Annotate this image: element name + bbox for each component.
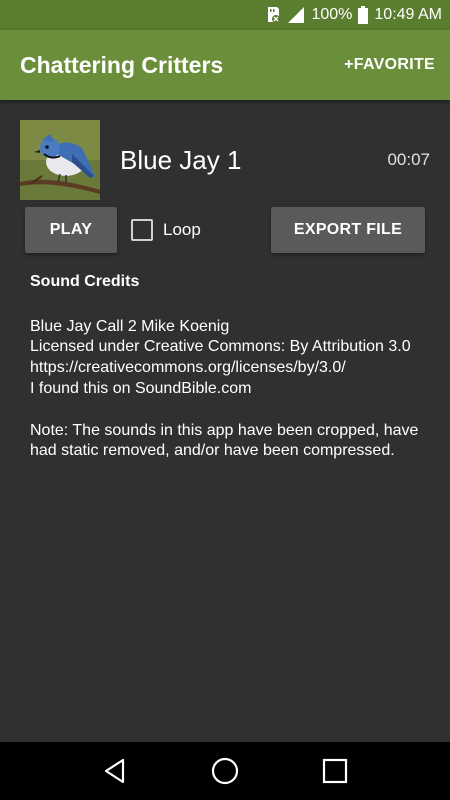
sound-header: Blue Jay 1 00:07 bbox=[20, 120, 430, 200]
battery-percent: 100% bbox=[311, 6, 353, 23]
back-icon[interactable] bbox=[95, 751, 135, 791]
credits-title: Sound Credits bbox=[30, 273, 140, 290]
home-icon[interactable] bbox=[205, 751, 245, 791]
playback-controls: PLAY Loop EXPORT FILE bbox=[25, 207, 425, 253]
navigation-bar bbox=[0, 742, 450, 800]
blue-jay-photo-icon bbox=[20, 120, 100, 200]
app-bar: Chattering Critters +FAVORITE bbox=[0, 30, 450, 100]
sd-card-icon bbox=[265, 6, 281, 24]
battery-icon bbox=[358, 6, 369, 24]
recents-icon[interactable] bbox=[315, 751, 355, 791]
checkbox-box[interactable] bbox=[131, 219, 153, 241]
loop-label: Loop bbox=[163, 220, 201, 239]
app-title: Chattering Critters bbox=[20, 51, 224, 78]
credits-note: Note: The sounds in this app have been c… bbox=[30, 421, 419, 460]
favorite-button[interactable]: +FAVORITE bbox=[344, 56, 435, 74]
sound-duration: 00:07 bbox=[387, 150, 430, 169]
status-time: 10:49 AM bbox=[374, 6, 442, 23]
play-button[interactable]: PLAY bbox=[25, 207, 117, 253]
credits-body: Blue Jay Call 2 Mike Koenig Licensed und… bbox=[30, 317, 411, 397]
blue-jay-thumbnail bbox=[20, 120, 100, 200]
signal-icon bbox=[287, 6, 305, 24]
sound-credits: Sound Credits Blue Jay Call 2 Mike Koeni… bbox=[30, 272, 425, 462]
status-bar: 100% 10:49 AM bbox=[0, 0, 450, 30]
export-file-button[interactable]: EXPORT FILE bbox=[271, 207, 425, 253]
sound-name: Blue Jay 1 bbox=[120, 144, 242, 175]
loop-checkbox[interactable]: Loop bbox=[131, 207, 201, 253]
